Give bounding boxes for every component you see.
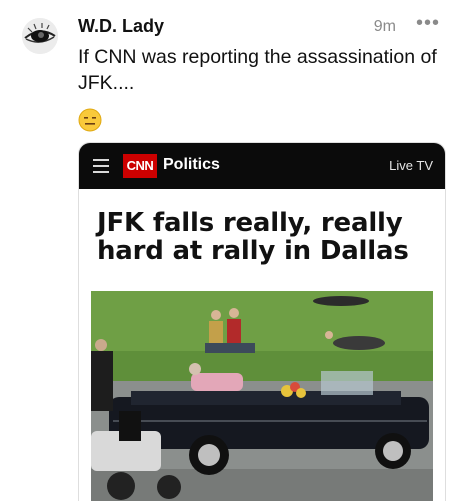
article-headline[interactable]: JFK falls really, really hard at rally i… <box>97 209 433 265</box>
live-tv-link[interactable]: Live TV <box>389 158 433 173</box>
author-name[interactable]: W.D. Lady <box>78 16 164 37</box>
post-text: If CNN was reporting the assassination o… <box>78 46 437 94</box>
cnn-navbar: CNN Politics Live TV <box>79 143 445 189</box>
post-timestamp: 9m <box>373 18 396 35</box>
post-header: W.D. Lady 9m ••• <box>78 12 440 40</box>
more-options-icon[interactable]: ••• <box>416 12 440 35</box>
embedded-article-card[interactable]: CNN Politics Live TV JFK falls really, r… <box>78 142 446 501</box>
expressionless-face-emoji <box>78 108 102 132</box>
eye-drawing-icon <box>22 18 58 54</box>
article-photo[interactable] <box>91 291 433 501</box>
avatar[interactable] <box>22 18 58 54</box>
section-label[interactable]: Politics <box>163 156 220 174</box>
cnn-logo[interactable]: CNN <box>123 154 157 178</box>
hamburger-menu-icon[interactable] <box>93 159 109 173</box>
